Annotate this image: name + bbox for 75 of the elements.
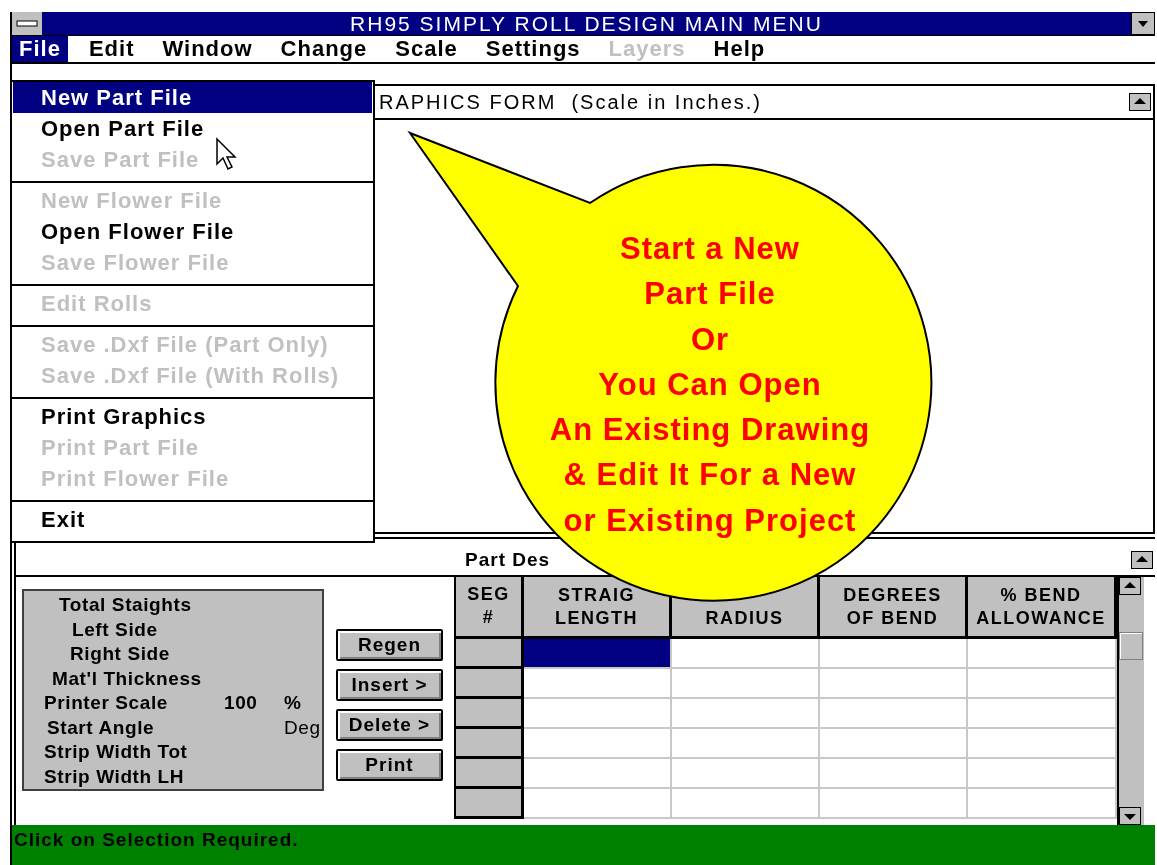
- row-header[interactable]: [456, 699, 524, 729]
- menu-bar-item[interactable]: Help: [706, 36, 773, 62]
- table-cell[interactable]: [968, 639, 1117, 669]
- table-cell[interactable]: [672, 759, 820, 789]
- control-menu-icon[interactable]: [12, 12, 42, 35]
- row-header[interactable]: [456, 789, 524, 819]
- mouse-pointer-icon: [215, 137, 239, 173]
- window-title: RAPHICS FORM (Scale in Inches.): [379, 90, 762, 114]
- scroll-down-button[interactable]: [1119, 807, 1141, 825]
- action-button[interactable]: Delete >: [336, 709, 443, 741]
- unit-label: Deg: [284, 716, 320, 739]
- table-cell[interactable]: [820, 639, 968, 669]
- action-button[interactable]: Print: [336, 749, 443, 781]
- table-cell[interactable]: [524, 669, 672, 699]
- table-cell[interactable]: [524, 699, 672, 729]
- field-label: Strip Width LH: [43, 765, 186, 788]
- menu-item[interactable]: Print Graphics: [13, 401, 372, 432]
- row-header[interactable]: [456, 729, 524, 759]
- table-cell[interactable]: [820, 759, 968, 789]
- field-label: Left Side: [71, 618, 159, 641]
- table-cell[interactable]: [672, 639, 820, 669]
- table-cell[interactable]: [820, 699, 968, 729]
- table-cell[interactable]: [524, 639, 672, 669]
- table-cell[interactable]: [820, 729, 968, 759]
- scroll-up-button[interactable]: [1119, 577, 1141, 595]
- field-label: Right Side: [69, 643, 171, 666]
- scroll-up-button[interactable]: [1131, 551, 1153, 569]
- table-cell[interactable]: [968, 699, 1117, 729]
- row-header[interactable]: [456, 639, 524, 669]
- table-cell[interactable]: [820, 669, 968, 699]
- window-title: Part Des: [465, 549, 551, 571]
- table-cell[interactable]: [524, 759, 672, 789]
- row-header[interactable]: [456, 669, 524, 699]
- table-cell[interactable]: [968, 759, 1117, 789]
- table-cell[interactable]: [672, 729, 820, 759]
- field-label: Total Staights: [58, 594, 193, 617]
- scroll-thumb[interactable]: [1119, 632, 1143, 660]
- menu-bar-item[interactable]: Scale: [388, 36, 465, 62]
- table-cell[interactable]: [968, 729, 1117, 759]
- action-button[interactable]: Regen: [336, 629, 443, 661]
- menu-item[interactable]: Open Flower File: [13, 216, 372, 247]
- field-label: Printer Scale: [43, 692, 169, 715]
- status-bar: Click on Selection Required.: [12, 825, 1155, 865]
- column-header: STRAIG LENGTH: [524, 577, 672, 639]
- field-label: Strip Width Tot: [43, 741, 189, 764]
- table-cell[interactable]: [672, 669, 820, 699]
- window-title: RH95 SIMPLY ROLL DESIGN MAIN MENU: [349, 11, 824, 36]
- field-value: 100: [224, 692, 259, 715]
- field-label: Start Angle: [46, 716, 156, 739]
- table-cell[interactable]: [968, 789, 1117, 819]
- menu-item[interactable]: Open Part File: [13, 113, 372, 144]
- menu-bar-item[interactable]: Settings: [478, 36, 588, 62]
- menu-item[interactable]: Exit: [13, 504, 372, 535]
- vertical-scrollbar[interactable]: [1117, 577, 1144, 825]
- column-header: DEGREES OF BEND: [820, 577, 968, 639]
- table-cell[interactable]: [672, 789, 820, 819]
- table-cell[interactable]: [672, 699, 820, 729]
- row-header[interactable]: [456, 759, 524, 789]
- column-header: % BEND ALLOWANCE: [968, 577, 1117, 639]
- menu-bar-item[interactable]: Change: [273, 36, 375, 62]
- unit-label: %: [284, 692, 303, 715]
- menu-bar-item[interactable]: Edit: [81, 36, 142, 62]
- callout-text: Start a New Part File Or You Can Open An Existing Drawing & Edit It For a New or Existing Project: [548, 230, 872, 540]
- table-cell[interactable]: [968, 669, 1117, 699]
- table-cell[interactable]: [820, 789, 968, 819]
- minimize-button[interactable]: [1131, 12, 1155, 35]
- column-header: SEG #: [456, 577, 524, 639]
- menu-bar-item[interactable]: File: [12, 36, 68, 62]
- field-label: Mat'l Thickness: [51, 667, 203, 690]
- action-button[interactable]: Insert >: [336, 669, 443, 701]
- menu-bar-item[interactable]: Window: [155, 36, 260, 62]
- table-cell[interactable]: [524, 729, 672, 759]
- table-cell[interactable]: [524, 789, 672, 819]
- scroll-up-button[interactable]: [1129, 93, 1151, 111]
- menu-item[interactable]: New Part File: [13, 82, 372, 113]
